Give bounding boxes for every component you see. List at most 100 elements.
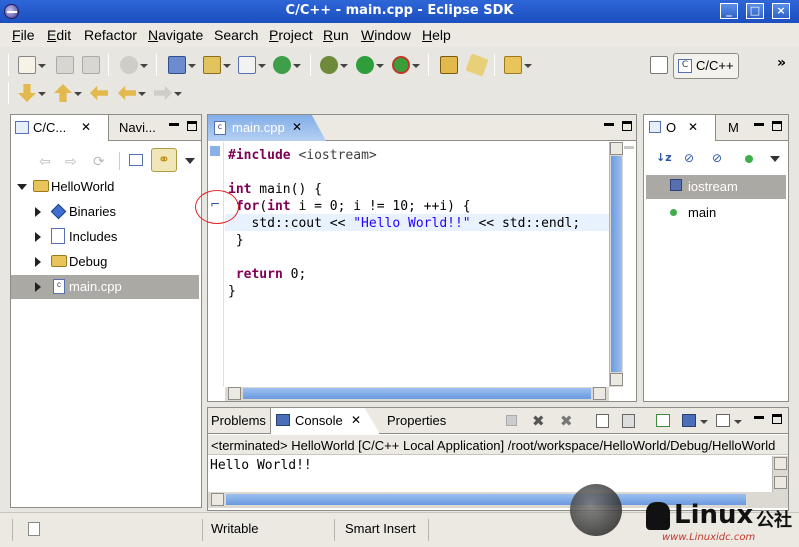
last-edit-icon[interactable]	[90, 85, 108, 101]
fast-view-icon[interactable]	[28, 522, 40, 536]
menu-search[interactable]: Search	[214, 27, 258, 43]
minimize-view-icon[interactable]	[754, 414, 764, 419]
tab-properties[interactable]: Properties	[384, 408, 458, 434]
vscroll-thumb[interactable]	[611, 156, 622, 372]
overview-ruler[interactable]	[623, 142, 636, 387]
close-button[interactable]: ×	[772, 3, 790, 19]
close-tab-icon[interactable]: ✕	[292, 120, 302, 134]
maximize-view-icon[interactable]	[187, 121, 197, 131]
expand-icon[interactable]	[35, 207, 41, 217]
save-icon[interactable]	[56, 56, 74, 74]
search-folder-icon[interactable]	[504, 56, 522, 74]
forward-arrow-icon[interactable]: ⇨	[65, 154, 77, 170]
maximize-view-icon[interactable]	[622, 121, 632, 131]
view-menu-icon[interactable]	[185, 158, 195, 164]
close-tab-icon[interactable]: ✕	[688, 120, 698, 134]
tab-problems[interactable]: Problems	[208, 408, 270, 434]
minimize-view-icon[interactable]	[169, 121, 179, 126]
hide-nonpublic-icon[interactable]	[745, 155, 753, 163]
back-arrow-icon[interactable]: ⇦	[39, 154, 51, 170]
menu-file[interactable]: File	[12, 27, 35, 43]
external-tools-icon[interactable]	[392, 56, 410, 74]
open-perspective-icon[interactable]	[650, 56, 668, 74]
editor-gutter[interactable]: ⌐	[208, 142, 224, 387]
build-icon[interactable]	[120, 56, 138, 74]
maximize-button[interactable]: □	[746, 3, 764, 19]
collapse-all-icon[interactable]	[129, 154, 143, 166]
run-icon[interactable]	[356, 56, 374, 74]
tree-item-helloworld[interactable]: HelloWorld	[11, 175, 199, 199]
tab-main-cpp[interactable]: c main.cpp ✕	[208, 115, 326, 141]
link-editor-icon[interactable]: ⚭	[151, 148, 177, 172]
main-toolbar: C C/C++ »	[0, 50, 799, 80]
folder-icon	[51, 255, 67, 267]
new-folder-icon[interactable]	[203, 56, 221, 74]
up-icon[interactable]: ⟳	[93, 154, 105, 170]
minimize-view-icon[interactable]	[754, 121, 764, 126]
new-class-icon[interactable]	[273, 56, 291, 74]
menu-project[interactable]: Project	[269, 27, 313, 43]
remove-launch-icon[interactable]: ✖	[532, 412, 545, 430]
terminate-icon[interactable]	[506, 415, 517, 426]
function-icon	[670, 209, 677, 216]
menu-refactor[interactable]: Refactor	[84, 27, 137, 43]
outline-item-iostream[interactable]: iostream	[646, 175, 786, 199]
forward-icon[interactable]	[154, 85, 172, 101]
outline-item-main[interactable]: main	[646, 201, 786, 225]
print-icon[interactable]	[82, 56, 100, 74]
clear-console-icon[interactable]	[596, 414, 609, 428]
hscroll-thumb[interactable]	[243, 388, 591, 399]
more-perspectives-button[interactable]: »	[777, 55, 786, 71]
display-console-icon[interactable]	[682, 414, 696, 427]
sort-icon[interactable]: ↓z	[656, 151, 672, 164]
tree-item-binaries[interactable]: Binaries	[11, 200, 199, 224]
editor-vscrollbar[interactable]	[609, 142, 623, 387]
cpp-perspective-icon: C	[678, 59, 692, 73]
remove-all-icon[interactable]: ✖	[560, 412, 573, 430]
tree-item-debug[interactable]: Debug	[11, 250, 199, 274]
hide-static-icon[interactable]: ⊘	[712, 151, 722, 165]
tab-console[interactable]: Console ✕	[270, 408, 380, 434]
tree-item-main-cpp[interactable]: c main.cpp	[11, 275, 199, 299]
hide-fields-icon[interactable]: ⊘	[684, 151, 694, 165]
project-explorer-tabs: C/C... ✕ Navi...	[11, 115, 201, 141]
new-c-file-icon[interactable]	[238, 56, 256, 74]
scroll-lock-icon[interactable]	[622, 414, 635, 428]
editor-hscrollbar[interactable]	[225, 387, 609, 401]
menu-run[interactable]: Run	[323, 27, 349, 43]
view-menu-icon[interactable]	[770, 156, 780, 162]
debug-icon[interactable]	[320, 56, 338, 74]
expand-icon[interactable]	[35, 282, 41, 292]
minimize-view-icon[interactable]	[604, 121, 614, 126]
close-tab-icon[interactable]: ✕	[351, 413, 361, 427]
project-view-toolbar: ⇦ ⇨ ⟳ ⚭	[11, 142, 201, 178]
close-tab-icon[interactable]: ✕	[81, 120, 91, 134]
prev-annotation-icon[interactable]	[54, 84, 72, 102]
open-console-icon[interactable]	[716, 414, 730, 427]
expand-icon[interactable]	[35, 257, 41, 267]
menu-window[interactable]: Window	[361, 27, 411, 43]
new-icon[interactable]	[18, 56, 36, 74]
back-icon[interactable]	[118, 85, 136, 101]
maximize-view-icon[interactable]	[772, 121, 782, 131]
menu-help[interactable]: Help	[422, 27, 451, 43]
tab-outline[interactable]: O ✕	[644, 115, 716, 141]
tab-cpp-projects[interactable]: C/C... ✕	[11, 115, 109, 141]
code-area[interactable]: #include <iostream> int main() { for(int…	[225, 142, 609, 387]
expand-icon[interactable]	[17, 184, 27, 190]
expand-icon[interactable]	[35, 232, 41, 242]
next-annotation-icon[interactable]	[18, 84, 36, 102]
menu-navigate[interactable]: Navigate	[148, 27, 203, 43]
open-element-icon[interactable]	[465, 53, 489, 77]
menu-edit[interactable]: Edit	[47, 27, 71, 43]
perspective-cpp-button[interactable]: C C/C++	[673, 53, 739, 79]
tree-item-includes[interactable]: Includes	[11, 225, 199, 249]
tab-navigator[interactable]: Navi...	[113, 115, 163, 141]
pin-console-icon[interactable]	[656, 414, 670, 427]
code-line-1: #include <iostream>	[228, 148, 377, 163]
new-c-project-icon[interactable]	[168, 56, 186, 74]
maximize-view-icon[interactable]	[772, 414, 782, 424]
tab-make-targets[interactable]: M	[724, 115, 748, 141]
minimize-button[interactable]: _	[720, 3, 738, 19]
open-type-icon[interactable]	[440, 56, 458, 74]
